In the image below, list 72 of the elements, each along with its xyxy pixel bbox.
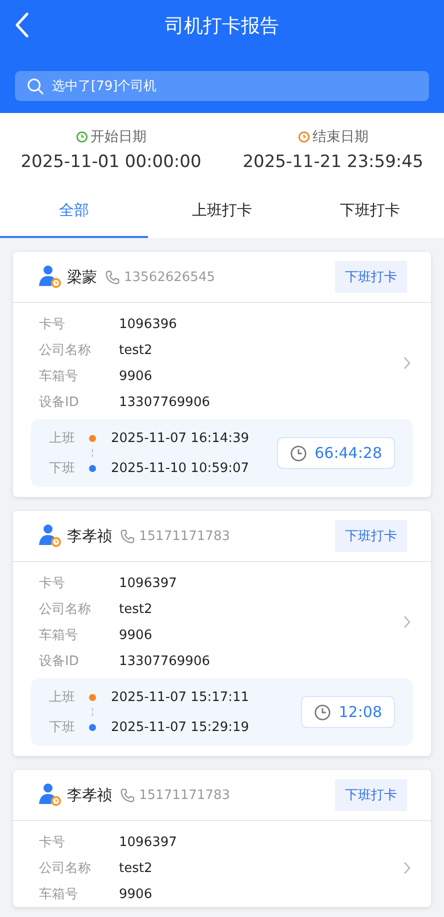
phone-icon <box>105 270 120 284</box>
field-label: 卡号 <box>39 575 66 592</box>
field-value: test2 <box>119 342 152 358</box>
field-value: test2 <box>119 860 152 876</box>
driver-icon <box>37 782 63 808</box>
field-value: test2 <box>119 602 152 616</box>
punch-time: 2025-11-07 16:14:39 <box>111 430 250 446</box>
field-value: 1096397 <box>119 576 177 590</box>
date-label: 结束日期 <box>312 128 368 146</box>
tab[interactable]: 上班打卡 <box>148 185 296 238</box>
phone-icon <box>120 788 135 802</box>
date-label: 开始日期 <box>90 128 146 146</box>
field-label: 公司名称 <box>39 601 92 618</box>
field-value: 13307769906 <box>119 394 210 410</box>
phone-number: 13562626545 <box>124 270 215 284</box>
back-icon[interactable] <box>15 12 29 38</box>
page-title: 司机打卡报告 <box>165 14 279 39</box>
punch-label: 上班 <box>49 689 76 706</box>
timeline-dot <box>89 434 96 442</box>
punch-label: 下班 <box>49 719 76 736</box>
field-label: 公司名称 <box>39 860 92 877</box>
driver-name: 李孝祯 <box>67 526 112 546</box>
clock-icon <box>290 444 307 462</box>
timeline-dot <box>89 464 96 472</box>
clock-out-button[interactable]: 下班打卡 <box>335 520 407 552</box>
field-label: 卡号 <box>39 834 66 851</box>
field-value: 1096396 <box>119 316 177 332</box>
driver-name: 李孝祯 <box>67 786 112 804</box>
date-value[interactable]: 2025-11-01 00:00:00 <box>20 152 202 172</box>
duration-text: 12:08 <box>338 703 382 721</box>
punch-time: 2025-11-10 10:59:07 <box>111 460 250 476</box>
field-value: 9906 <box>119 886 152 902</box>
timeline-dot <box>89 724 96 730</box>
clock-icon <box>76 131 88 143</box>
field-label: 车箱号 <box>39 627 79 644</box>
duration-text: 66:44:28 <box>314 444 382 462</box>
driver-card[interactable]: 李孝祯 15171171783 下班打卡 卡号 1096397 公司名称 test2 车箱号 9906 <box>13 770 431 907</box>
clock-icon <box>314 704 331 720</box>
driver-card[interactable]: 李孝祯 15171171783 下班打卡 卡号 1096397 公司名称 test2 车箱号 9906 设备ID 13307769906 上班 2025-11-07 15:17:11 下班 2025-11-07 15:29:19 12:08 <box>13 511 431 756</box>
field-label: 设备ID <box>39 394 80 411</box>
search-icon <box>27 78 44 95</box>
timeline-dot <box>89 694 96 700</box>
field-value: 9906 <box>119 628 152 642</box>
chevron-right-icon[interactable] <box>403 861 411 875</box>
search-field[interactable]: 选中了[79]个司机 <box>15 71 429 101</box>
driver-name: 梁蒙 <box>67 268 97 286</box>
driver-icon <box>37 264 63 290</box>
clock-icon <box>298 131 310 143</box>
driver-icon <box>37 523 63 549</box>
clock-out-button[interactable]: 下班打卡 <box>335 261 407 293</box>
punch-time: 2025-11-07 15:17:11 <box>111 690 250 704</box>
field-label: 卡号 <box>39 316 66 333</box>
phone-number: 15171171783 <box>139 528 230 544</box>
field-value: 1096397 <box>119 834 177 850</box>
field-label: 公司名称 <box>39 342 92 359</box>
field-label: 车箱号 <box>39 368 79 385</box>
field-label: 设备ID <box>39 653 80 670</box>
phone-number: 15171171783 <box>139 788 230 802</box>
field-value: 13307769906 <box>119 654 210 668</box>
punch-label: 下班 <box>49 460 76 477</box>
tab[interactable]: 全部 <box>0 185 148 238</box>
punch-time: 2025-11-07 15:29:19 <box>111 720 250 734</box>
date-value[interactable]: 2025-11-21 23:59:45 <box>242 152 424 172</box>
chevron-right-icon[interactable] <box>403 615 411 629</box>
clock-out-button[interactable]: 下班打卡 <box>335 779 407 811</box>
chevron-right-icon[interactable] <box>403 356 411 370</box>
phone-icon <box>120 528 135 544</box>
punch-label: 上班 <box>49 430 76 447</box>
field-label: 车箱号 <box>39 886 79 903</box>
field-value: 9906 <box>119 368 152 384</box>
driver-card[interactable]: 梁蒙 13562626545 下班打卡 卡号 1096396 公司名称 test2 车箱号 9906 设备ID 13307769906 上班 2025-11-07 16:14:39 下班 2025-11-10 10:59:07 66:44:28 <box>13 252 431 497</box>
tab[interactable]: 下班打卡 <box>296 185 444 238</box>
